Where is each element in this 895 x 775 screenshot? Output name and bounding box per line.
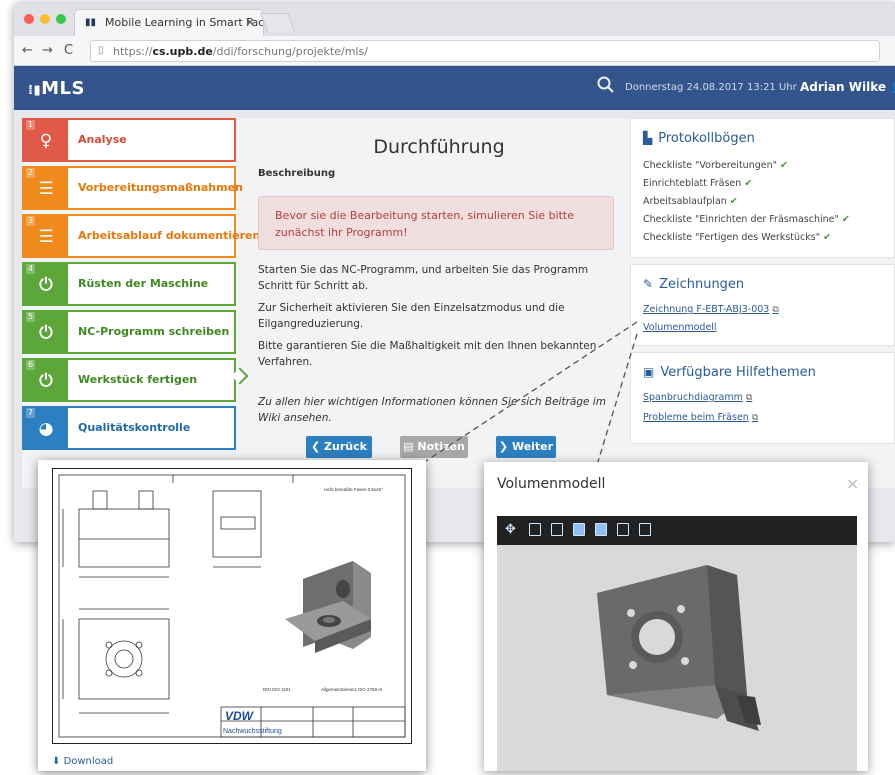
connector-line [596,333,638,466]
download-link[interactable]: ⬇ Download [52,756,113,767]
view-left-icon[interactable] [573,523,585,536]
viewer-toolbar: ✥ [497,516,857,545]
view-back-icon[interactable] [551,523,563,536]
vdw-subtitle: Nachwuchsstiftung [223,728,282,735]
volume-model-title: Volumenmodell [497,476,606,492]
tolerance-standard: DIN ISO 1101 [263,687,291,692]
move-icon[interactable]: ✥ [505,522,516,537]
view-front-icon[interactable] [529,523,541,536]
drawing-popup: nicht bemaßte Fasen 0.5x45° DIN ISO 1101… [38,460,426,771]
download-icon: ⬇ [52,756,64,767]
connector-line [419,321,638,466]
general-tolerance: Allgemeintoleranz ISO 2768-m [321,687,383,692]
view-right-icon[interactable] [595,523,607,536]
view-top-icon[interactable] [617,523,629,536]
vdw-logo: VDW [225,709,255,723]
close-icon[interactable]: × [846,474,859,493]
technical-drawing[interactable]: nicht bemaßte Fasen 0.5x45° DIN ISO 1101… [52,468,412,744]
3d-model [597,565,761,731]
volume-model-popup: Volumenmodell × ✥ [484,462,868,771]
download-label: Download [63,756,114,767]
sheet-note: nicht bemaßte Fasen 0.5x45° [324,487,383,492]
view-bottom-icon[interactable] [639,523,651,536]
drawing-lines: nicht bemaßte Fasen 0.5x45° DIN ISO 1101… [58,474,406,738]
3d-viewport[interactable] [497,545,857,771]
